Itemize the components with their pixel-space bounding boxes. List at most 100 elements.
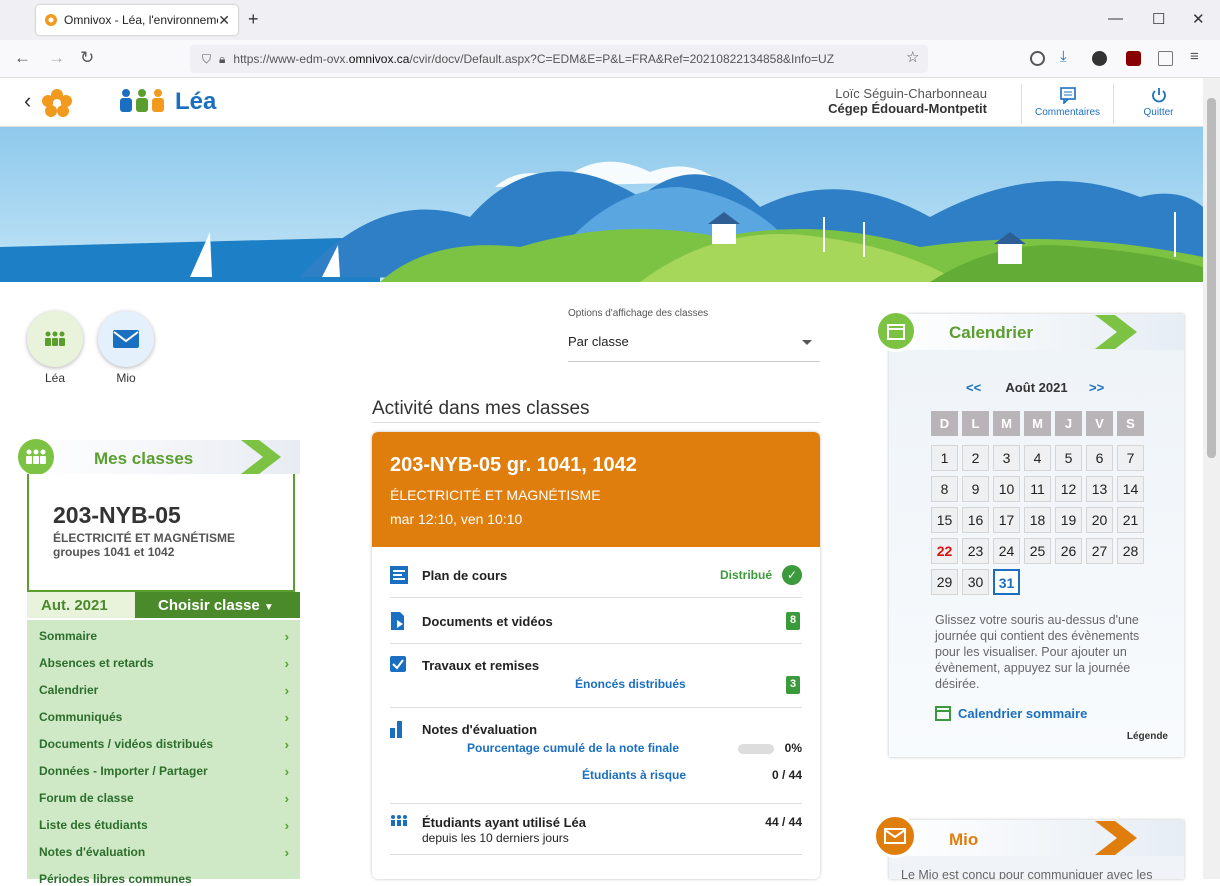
calendar-day-4[interactable]: 4 [1024,445,1051,471]
day-header: M [1024,411,1051,436]
calendar-day-8[interactable]: 8 [931,476,958,502]
calendar-day-18[interactable]: 18 [1024,507,1051,533]
quit-button[interactable]: Quitter [1113,84,1203,124]
calendar-day-19[interactable]: 19 [1055,507,1082,533]
calendar-day-16[interactable]: 16 [962,507,989,533]
forward-icon[interactable]: → [48,48,65,68]
calendar-day-6[interactable]: 6 [1086,445,1113,471]
extension-icon[interactable] [1092,51,1107,66]
menu-item-forum[interactable]: Forum de classe › [39,791,293,806]
bookmark-star-icon[interactable]: ☆ [906,48,919,66]
day-header: M [993,411,1020,436]
minimize-icon[interactable]: — [1108,10,1123,27]
address-bar[interactable]: ⛉ 🔒︎ https://www-edm-ovx. omnivox.ca/cvir… [190,45,928,73]
calendar-day-26[interactable]: 26 [1055,538,1082,564]
students-icon [391,815,407,826]
menu-icon[interactable]: ≡ [1190,48,1199,65]
calendar-day-7[interactable]: 7 [1117,445,1144,471]
back-icon[interactable]: ← [14,48,31,68]
calendar-day-29[interactable]: 29 [931,569,958,595]
calendar-day-21[interactable]: 21 [1117,507,1144,533]
calendar-day-23[interactable]: 23 [962,538,989,564]
menu-item-communiques[interactable]: Communiqués › [39,710,293,725]
reader-icon[interactable] [1158,51,1173,66]
scrollbar-thumb[interactable] [1207,98,1216,458]
grades-pct-value: 0% [784,741,802,755]
course-plan-row[interactable]: Plan de cours Distribué ✓ [390,565,802,598]
grades-progress-bar [738,744,774,754]
day-header: V [1086,411,1113,436]
new-tab-icon[interactable]: + [248,9,259,30]
menu-item-calendrier[interactable]: Calendrier › [39,683,293,698]
calendar-summary-icon [935,706,951,721]
calendar-day-28[interactable]: 28 [1117,538,1144,564]
maximize-icon[interactable]: ☐ [1152,10,1165,28]
works-sub-link[interactable]: Énoncés distribués [575,677,686,691]
download-icon[interactable]: ⤓ [1060,48,1067,65]
back-chevron-icon[interactable]: ‹ [24,88,31,114]
menu-item-documents[interactable]: Documents / vidéos distribués › [39,737,293,752]
lea-users-row: Étudiants ayant utilisé Léa depuis les 1… [390,813,802,855]
checkbox-icon [390,656,406,672]
menu-item-sommaire[interactable]: Sommaire › [39,629,293,644]
dropdown-arrow-icon [802,340,812,345]
chevron-right-icon: › [284,764,289,779]
activity-title: Activité dans mes classes [372,398,590,419]
calendar-day-30[interactable]: 30 [962,569,989,595]
risk-link[interactable]: Étudiants à risque [582,768,686,782]
calendar-day-27[interactable]: 27 [1086,538,1113,564]
close-tab-icon[interactable]: ✕ [218,12,230,29]
calendar-day-15[interactable]: 15 [931,507,958,533]
calendar-day-14[interactable]: 14 [1117,476,1144,502]
calendar-day-24[interactable]: 24 [993,538,1020,564]
calendar-day-9[interactable]: 9 [962,476,989,502]
documents-row[interactable]: Documents et vidéos 8 [390,612,802,644]
ublock-icon[interactable] [1126,51,1141,66]
calendar-month: Août 2021 [1005,380,1068,395]
comments-label: Commentaires [1034,107,1101,118]
calendar-day-11[interactable]: 11 [1024,476,1051,502]
legend-link[interactable]: Légende [1127,731,1168,742]
shield-icon: ⛉ [202,51,212,66]
class-card-header[interactable]: 203-NYB-05 gr. 1041, 1042 ÉLECTRICITÉ ET… [372,432,820,547]
display-options-select[interactable]: Par classe [568,326,820,362]
mio-panel: Mio Le Mio est conçu pour communiquer av… [889,820,1184,879]
menu-item-notes[interactable]: Notes d'évaluation › [39,845,293,860]
browser-tab[interactable]: Omnivox - Léa, l'environnemen ✕ [36,5,238,35]
calendar-day-25[interactable]: 25 [1024,538,1051,564]
calendar-day-31[interactable]: 31 [993,569,1020,595]
my-classes-header: Mes classes [27,440,300,474]
grades-pct-link[interactable]: Pourcentage cumulé de la note finale [467,741,679,755]
calendar-day-13[interactable]: 13 [1086,476,1113,502]
calendar-day-17[interactable]: 17 [993,507,1020,533]
reload-icon[interactable]: ↻ [80,48,94,68]
works-row[interactable]: Travaux et remises Énoncés distribués 3 [390,656,802,708]
calendar-day-1[interactable]: 1 [931,445,958,471]
page-scrollbar[interactable] [1203,78,1220,879]
omnivox-logo-icon[interactable] [40,88,74,118]
mio-shortcut-button[interactable] [98,311,154,367]
lea-shortcut-button[interactable] [27,311,83,367]
calendar-day-2[interactable]: 2 [962,445,989,471]
quit-label: Quitter [1143,107,1174,118]
close-window-icon[interactable]: ✕ [1192,10,1205,28]
menu-item-etudiants[interactable]: Liste des étudiants › [39,818,293,833]
calendar-day-5[interactable]: 5 [1055,445,1082,471]
calendar-day-3[interactable]: 3 [993,445,1020,471]
comments-button[interactable]: Commentaires [1021,84,1113,124]
calendar-day-22[interactable]: 22 [931,538,958,564]
landscape-banner [0,127,1203,282]
choose-class-button[interactable]: Choisir classe ▼ [158,597,274,614]
calendar-day-10[interactable]: 10 [993,476,1020,502]
lock-icon: 🔒︎ [219,51,226,66]
class-code: 203-NYB-05 [53,502,181,528]
menu-item-donnees[interactable]: Données - Importer / Partager › [39,764,293,779]
calendar-summary-link[interactable]: Calendrier sommaire [958,706,1087,721]
next-month-button[interactable]: >> [1089,380,1104,395]
menu-item-absences[interactable]: Absences et retards › [39,656,293,671]
pocket-icon[interactable] [1030,51,1045,66]
semester-label: Aut. 2021 [27,592,135,618]
calendar-day-12[interactable]: 12 [1055,476,1082,502]
menu-item-periodes[interactable]: Périodes libres communes [39,872,293,886]
calendar-day-20[interactable]: 20 [1086,507,1113,533]
